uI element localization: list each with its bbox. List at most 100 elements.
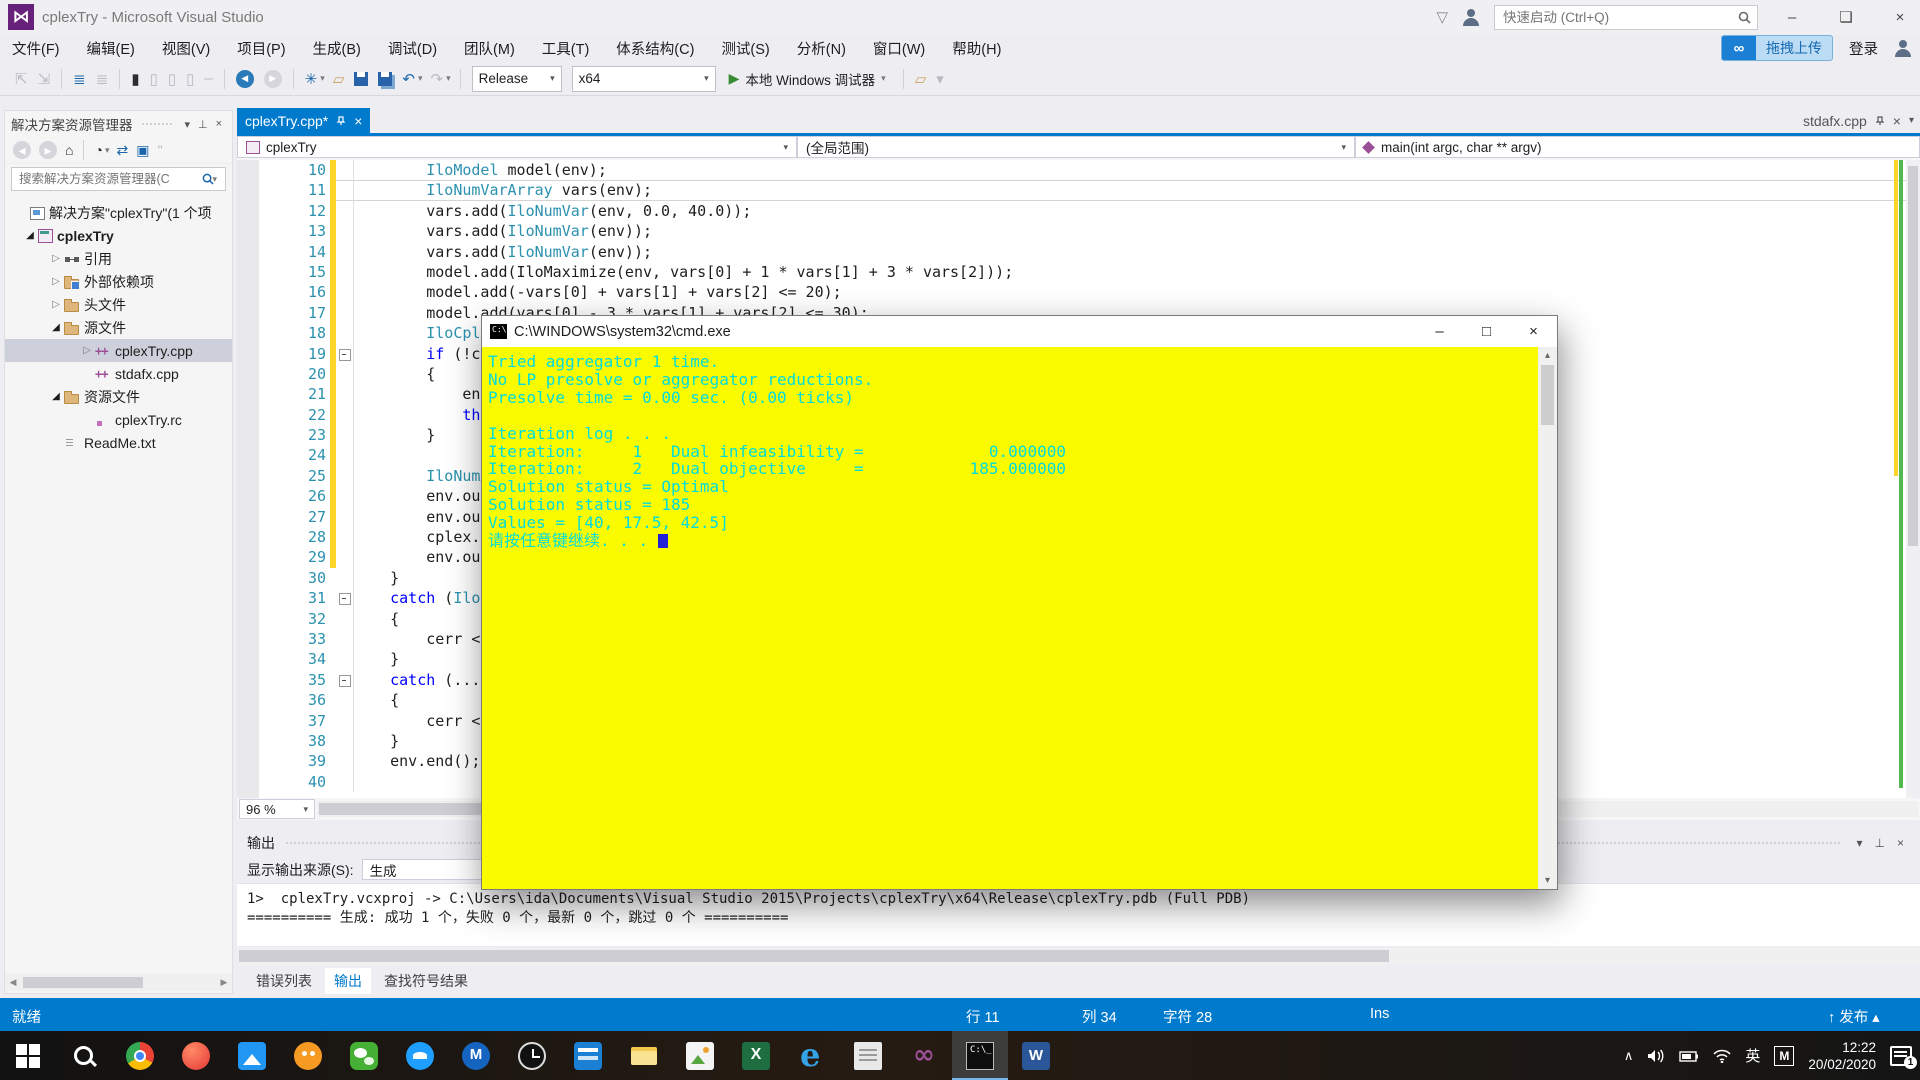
account-avatar-icon[interactable]	[1894, 39, 1912, 57]
pending-changes-icon[interactable]: ◔	[94, 142, 102, 158]
menu-item-10[interactable]: 分析(N)	[797, 38, 846, 59]
cmd-maximize-button[interactable]: □	[1463, 316, 1510, 347]
taskbar-alarm-icon[interactable]	[504, 1031, 560, 1080]
home-icon[interactable]: ⌂	[65, 142, 73, 158]
output-text-area[interactable]: 1> cplexTry.vcxproj -> C:\Users\ida\Docu…	[237, 883, 1920, 946]
pin-icon[interactable]: ⊥	[1875, 836, 1885, 850]
panel-close-icon[interactable]: ×	[1897, 836, 1904, 850]
minimize-button[interactable]: –	[1772, 3, 1812, 31]
sync-active-document-icon[interactable]: ⇄	[116, 142, 128, 159]
panel-menu-icon[interactable]: ▾	[184, 118, 190, 131]
code-line-15[interactable]: 15 model.add(IloMaximize(env, vars[0] + …	[237, 262, 1920, 282]
quick-launch-box[interactable]	[1494, 5, 1758, 30]
taskbar-pet-app-icon[interactable]	[280, 1031, 336, 1080]
taskbar-browser-red-icon[interactable]	[168, 1031, 224, 1080]
drag-upload-button[interactable]: ∞ 拖拽上传	[1721, 35, 1833, 61]
panel-tab-find-symbol-results[interactable]: 查找符号结果	[375, 968, 477, 994]
navigate-backward-alt-icon[interactable]: ⇱	[15, 70, 28, 88]
expand-arrow-icon[interactable]: ▷	[48, 299, 64, 310]
scroll-left-icon[interactable]: ◀	[5, 977, 21, 988]
undo-icon[interactable]: ↶	[402, 70, 415, 88]
panel-tab-error-list[interactable]: 错误列表	[247, 968, 321, 994]
menu-item-5[interactable]: 调试(D)	[388, 38, 437, 59]
taskbar-browser-m-icon[interactable]	[448, 1031, 504, 1080]
scroll-thumb[interactable]	[239, 950, 1389, 962]
tree-item-resource-files[interactable]: ◢资源文件	[5, 385, 232, 408]
tree-item-solution[interactable]: 解决方案"cplexTry"(1 个项	[5, 201, 232, 224]
output-hscrollbar[interactable]	[237, 948, 1920, 965]
new-file-icon-caret[interactable]: ▾	[320, 73, 325, 84]
panel-close-icon[interactable]: ×	[216, 118, 222, 130]
taskbar-clock[interactable]: 12:22 20/02/2020	[1808, 1039, 1876, 1073]
fold-collapse-icon[interactable]	[339, 675, 351, 687]
code-line-10[interactable]: 10 IloModel model(env);	[237, 160, 1920, 180]
start-debug-button[interactable]: ▶ 本地 Windows 调试器 ▾	[729, 69, 889, 89]
wifi-icon[interactable]	[1713, 1049, 1731, 1063]
taskbar-notepad-icon[interactable]	[840, 1031, 896, 1080]
action-center-icon[interactable]: 1	[1890, 1046, 1912, 1066]
collapse-arrow-icon[interactable]: ◢	[48, 391, 64, 402]
redo-icon-caret[interactable]: ▾	[446, 73, 451, 84]
expand-arrow-icon[interactable]: ▷	[48, 253, 64, 264]
menu-item-2[interactable]: 视图(V)	[162, 38, 210, 59]
pin-icon[interactable]: ⊥	[198, 118, 208, 131]
tab-stdafx-cpp[interactable]: stdafx.cpp × ▾	[1803, 108, 1914, 133]
clear-bookmarks-icon[interactable]: ▯	[186, 70, 194, 88]
taskbar-chrome-icon[interactable]	[112, 1031, 168, 1080]
taskbar-visual-studio-icon[interactable]	[896, 1031, 952, 1080]
taskbar-start-icon[interactable]	[0, 1031, 56, 1080]
volume-icon[interactable]	[1647, 1048, 1665, 1064]
solution-search-input[interactable]	[17, 171, 202, 187]
new-file-icon[interactable]: ✳	[305, 70, 318, 88]
panel-tab-output[interactable]: 输出	[325, 968, 371, 994]
taskbar-photos-icon[interactable]	[224, 1031, 280, 1080]
tree-item-source-files[interactable]: ◢源文件	[5, 316, 232, 339]
close-button[interactable]: ×	[1880, 3, 1920, 31]
tab-close-icon[interactable]: ×	[1893, 113, 1901, 129]
menu-item-11[interactable]: 窗口(W)	[873, 38, 925, 59]
collapse-all-icon[interactable]: ▣	[136, 142, 149, 159]
scroll-down-icon[interactable]: ▾	[1538, 875, 1557, 886]
menu-item-9[interactable]: 测试(S)	[721, 38, 769, 59]
tree-item-header-files[interactable]: ▷头文件	[5, 293, 232, 316]
navigate-forward-icon[interactable]: ▶	[264, 70, 282, 88]
expand-arrow-icon[interactable]: ▷	[79, 345, 95, 356]
tab-list-caret[interactable]: ▾	[1909, 115, 1914, 126]
code-line-14[interactable]: 14 vars.add(IloNumVar(env));	[237, 242, 1920, 262]
solution-explorer-titlebar[interactable]: 解决方案资源管理器 ▾ ⊥ ×	[5, 111, 232, 137]
cmd-window[interactable]: C:\WINDOWS\system32\cmd.exe – □ × Tried …	[481, 315, 1558, 890]
nav-scope-dropdown[interactable]: (全局范围) ▾	[797, 136, 1355, 158]
restore-button[interactable]: ❏	[1826, 3, 1866, 31]
platform-dropdown[interactable]: x64▾	[572, 66, 716, 92]
code-line-16[interactable]: 16 model.add(-vars[0] + vars[1] + vars[2…	[237, 282, 1920, 302]
publish-button[interactable]: ↑ 发布 ▴	[1828, 1006, 1880, 1027]
cmd-console[interactable]: Tried aggregator 1 time. No LP presolve …	[482, 347, 1557, 889]
notifications-flag-icon[interactable]: ▽	[1436, 8, 1448, 26]
cmd-titlebar[interactable]: C:\WINDOWS\system32\cmd.exe – □ ×	[482, 316, 1557, 347]
cmd-close-button[interactable]: ×	[1510, 316, 1557, 347]
taskbar-cmd-icon[interactable]	[952, 1031, 1008, 1080]
explorer-back-icon[interactable]: ◂	[13, 141, 31, 159]
zoom-dropdown[interactable]: 96 %▾	[239, 799, 315, 819]
attach-process-icon[interactable]: ▱	[915, 70, 927, 88]
bookmark-more-icon[interactable]: –	[204, 70, 212, 87]
taskbar-search-icon[interactable]	[56, 1031, 112, 1080]
quick-launch-input[interactable]	[1501, 9, 1738, 26]
scroll-right-icon[interactable]: ▶	[216, 977, 232, 988]
menu-item-1[interactable]: 编辑(E)	[87, 38, 135, 59]
solution-explorer-hscrollbar[interactable]: ◀ ▶	[5, 974, 232, 991]
code-line-13[interactable]: 13 vars.add(IloNumVar(env));	[237, 221, 1920, 241]
search-options-caret[interactable]: ▾	[212, 174, 217, 185]
title-bar[interactable]: ⋈ cplexTry - Microsoft Visual Studio ▽ –…	[0, 0, 1920, 34]
menu-item-7[interactable]: 工具(T)	[542, 38, 590, 59]
prev-bookmark-icon[interactable]: ▯	[150, 70, 158, 88]
taskbar-wechat-icon[interactable]	[336, 1031, 392, 1080]
taskbar-file-explorer-icon[interactable]	[616, 1031, 672, 1080]
menu-item-8[interactable]: 体系结构(C)	[616, 38, 694, 59]
taskbar-ie-icon[interactable]	[560, 1031, 616, 1080]
tree-item-references[interactable]: ▷引用	[5, 247, 232, 270]
line-comment-icon[interactable]: ≣	[96, 70, 109, 88]
taskbar-dingtalk-icon[interactable]	[392, 1031, 448, 1080]
nav-project-dropdown[interactable]: cplexTry ▾	[237, 136, 797, 158]
pending-changes-icon-caret[interactable]: ▾	[105, 145, 110, 156]
